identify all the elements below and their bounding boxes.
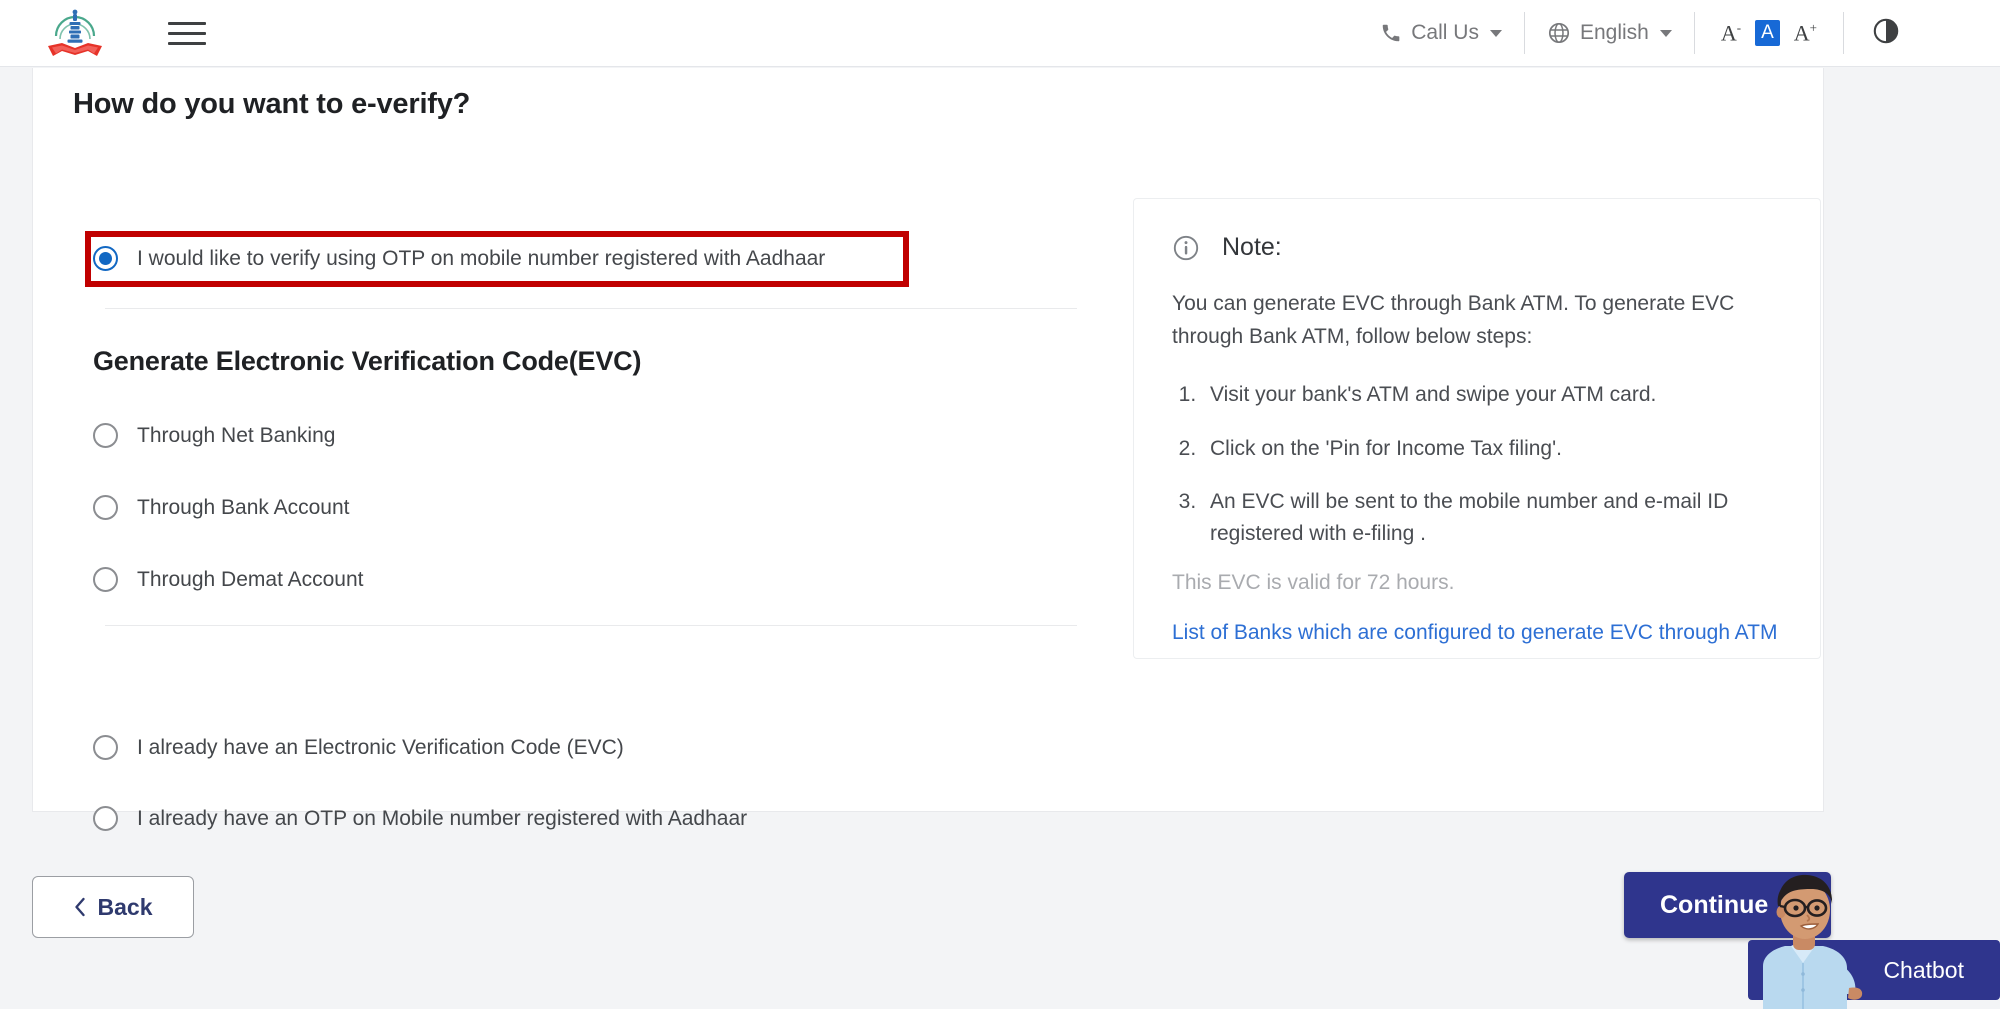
back-button-label: Back	[98, 894, 153, 921]
note-panel: Note: You can generate EVC through Bank …	[1133, 198, 1821, 659]
radio-label: I already have an Electronic Verificatio…	[137, 736, 624, 760]
radio-label: Through Net Banking	[137, 424, 335, 448]
hamburger-bar	[168, 22, 206, 25]
hamburger-menu-icon[interactable]	[168, 18, 208, 48]
chevron-down-icon	[1660, 30, 1672, 37]
income-tax-emblem-logo[interactable]	[42, 5, 108, 61]
note-title: Note:	[1222, 233, 1282, 262]
radio-label: I would like to verify using OTP on mobi…	[137, 247, 825, 271]
note-step-item: Visit your bank's ATM and swipe your ATM…	[1202, 379, 1782, 411]
note-header: Note:	[1172, 233, 1782, 262]
hamburger-bar	[168, 42, 206, 45]
note-step-item: Click on the 'Pin for Income Tax filing'…	[1202, 433, 1782, 465]
language-label: English	[1580, 21, 1649, 45]
chatbot-button[interactable]: Chatbot	[1748, 940, 2000, 1000]
continue-button-label: Continue	[1660, 891, 1768, 920]
radio-label: Through Demat Account	[137, 568, 363, 592]
contrast-toggle-icon	[1872, 17, 1900, 45]
phone-icon	[1380, 22, 1402, 44]
contrast-toggle-button[interactable]	[1844, 17, 1928, 50]
font-size-controls: A- A A+	[1695, 20, 1843, 46]
section-divider	[105, 625, 1077, 626]
radio-indicator-selected[interactable]	[93, 246, 118, 271]
radio-option-bank-account[interactable]: Through Bank Account	[93, 495, 349, 520]
language-menu[interactable]: English	[1525, 21, 1694, 45]
chevron-left-icon	[74, 897, 87, 917]
radio-label: Through Bank Account	[137, 496, 349, 520]
radio-option-demat-account[interactable]: Through Demat Account	[93, 567, 363, 592]
section-divider	[105, 308, 1077, 309]
hamburger-bar	[168, 32, 206, 35]
section-title-generate-evc: Generate Electronic Verification Code(EV…	[93, 346, 641, 377]
site-header: Call Us English A- A A+	[0, 0, 2000, 67]
radio-indicator[interactable]	[93, 567, 118, 592]
note-step-item: An EVC will be sent to the mobile number…	[1202, 486, 1782, 549]
continue-button[interactable]: Continue	[1624, 872, 1831, 938]
radio-option-have-otp[interactable]: I already have an OTP on Mobile number r…	[93, 806, 747, 831]
chevron-down-icon	[1490, 30, 1502, 37]
chatbot-label: Chatbot	[1883, 957, 1964, 984]
increase-font-button[interactable]: A+	[1794, 20, 1817, 46]
radio-option-net-banking[interactable]: Through Net Banking	[93, 423, 335, 448]
call-us-label: Call Us	[1411, 21, 1479, 45]
income-tax-emblem-icon	[44, 6, 106, 60]
normal-font-button[interactable]: A	[1755, 20, 1780, 46]
note-validity-text: This EVC is valid for 72 hours.	[1172, 571, 1782, 595]
radio-label: I already have an OTP on Mobile number r…	[137, 807, 747, 831]
page-title: How do you want to e-verify?	[73, 88, 470, 121]
radio-option-aadhaar-otp[interactable]: I would like to verify using OTP on mobi…	[93, 246, 825, 271]
everify-card: How do you want to e-verify? I would lik…	[32, 68, 1824, 812]
radio-indicator[interactable]	[93, 423, 118, 448]
back-button[interactable]: Back	[32, 876, 194, 938]
decrease-font-button[interactable]: A-	[1721, 20, 1741, 46]
info-icon	[1172, 234, 1200, 262]
note-intro-text: You can generate EVC through Bank ATM. T…	[1172, 288, 1782, 353]
radio-indicator[interactable]	[93, 806, 118, 831]
radio-option-have-evc[interactable]: I already have an Electronic Verificatio…	[93, 735, 624, 760]
globe-icon	[1547, 21, 1571, 45]
radio-indicator[interactable]	[93, 495, 118, 520]
note-steps-list: Visit your bank's ATM and swipe your ATM…	[1172, 379, 1782, 549]
header-utility-nav: Call Us English A- A A+	[1358, 0, 1928, 66]
bank-list-link[interactable]: List of Banks which are configured to ge…	[1172, 617, 1782, 649]
radio-indicator[interactable]	[93, 735, 118, 760]
call-us-menu[interactable]: Call Us	[1358, 21, 1524, 45]
